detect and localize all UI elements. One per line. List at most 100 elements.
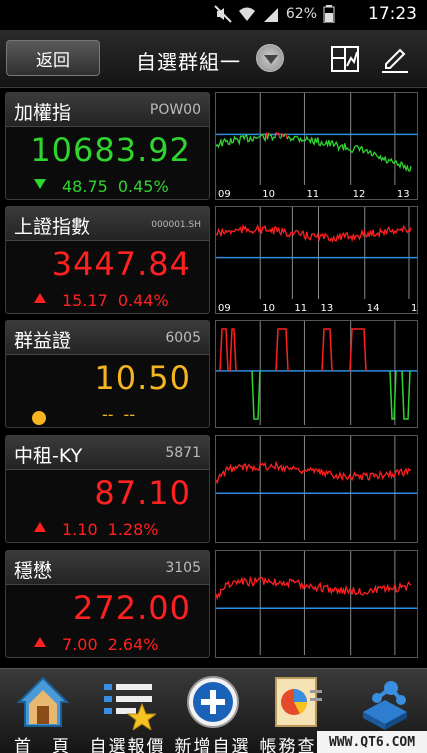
stock-change-row: 1.10 1.28% <box>62 520 158 539</box>
chart-tick-label: 10 <box>262 303 275 313</box>
battery-icon <box>323 5 341 24</box>
nav-watchlist[interactable]: 自選報價 <box>85 669 170 753</box>
stock-name-row: 穩懋 3105 <box>6 551 209 585</box>
chart-price-line <box>401 370 411 420</box>
nav-home[interactable]: 首 頁 <box>0 669 85 753</box>
chart-price-line <box>275 328 289 371</box>
stock-price: 10683.92 <box>30 131 191 169</box>
chart-tick-label: 11 <box>306 189 319 199</box>
stock-percent: 2.64% <box>107 635 159 654</box>
stock-change-row: 15.17 0.44% <box>62 291 169 310</box>
stock-change: 7.00 <box>62 635 98 654</box>
stock-row[interactable]: 上證指數 000001.SH 3447.84 15.17 0.44% 09 10 11 13 14… <box>5 206 418 314</box>
stock-row[interactable]: 中租-KY 5871 87.10 1.10 1.28% <box>5 435 418 543</box>
nav-watchlist-label: 自選報價 <box>89 737 166 753</box>
intraday-chart[interactable] <box>215 320 418 428</box>
signal-icon <box>262 5 280 23</box>
stock-percent: 0.44% <box>117 291 169 310</box>
up-arrow-icon <box>34 522 46 532</box>
nav-home-label: 首 頁 <box>14 737 71 753</box>
stock-name: 加權指 <box>14 102 72 124</box>
stock-change: -- <box>102 405 114 424</box>
chart-tick-label: 13 <box>321 303 334 313</box>
stock-change-row: -- -- <box>102 405 135 424</box>
clock: 17:23 <box>368 4 417 24</box>
stock-percent: 1.28% <box>107 520 159 539</box>
stock-name-row: 中租-KY 5871 <box>6 436 209 470</box>
layout-icon[interactable] <box>330 44 360 74</box>
header: 返回 自選群組一 <box>0 30 427 88</box>
status-icons: 62% <box>214 5 341 24</box>
intraday-chart[interactable]: 09 10 11 12 13 <box>215 92 418 200</box>
flat-dot-icon <box>32 411 46 425</box>
mute-icon <box>214 5 232 23</box>
watermark: WWW.QT6.COM <box>317 731 427 753</box>
stock-percent: 0.45% <box>117 177 169 196</box>
stock-info[interactable]: 加權指 POW00 10683.92 48.75 0.45% <box>5 92 210 200</box>
chart-price-line <box>286 135 412 173</box>
up-arrow-icon <box>34 637 46 647</box>
chart-tick-label: 11 <box>294 303 307 313</box>
group-title[interactable]: 自選群組一 <box>136 46 241 75</box>
chart-price-line <box>216 460 412 485</box>
bottom-nav: 首 頁 自選報價 新增自選 帳務查詢 WWW.QT6.COM <box>0 668 427 753</box>
chart-tick-label: 09 <box>218 303 231 313</box>
stock-code: 6005 <box>165 330 201 346</box>
wifi-icon <box>238 5 256 23</box>
stock-price: 10.50 <box>94 359 191 397</box>
stock-name: 中租-KY <box>14 445 83 467</box>
intraday-chart[interactable] <box>215 550 418 658</box>
intraday-chart[interactable] <box>215 435 418 543</box>
chart-tick-label: 12 <box>353 189 366 199</box>
chart-price-line <box>229 328 237 371</box>
stock-change-row: 48.75 0.45% <box>62 177 169 196</box>
stock-name-row: 加權指 POW00 <box>6 93 209 127</box>
stock-info[interactable]: 穩懋 3105 272.00 7.00 2.64% <box>5 550 210 658</box>
stock-change-row: 7.00 2.64% <box>62 635 158 654</box>
stock-info[interactable]: 群益證 6005 10.50 -- -- <box>5 320 210 428</box>
watchlist-icon <box>100 674 158 732</box>
up-arrow-icon <box>34 293 46 303</box>
add-icon <box>185 674 241 730</box>
chart-tick-label: 15 <box>411 303 417 313</box>
stock-name: 穩懋 <box>14 560 53 582</box>
stock-percent: -- <box>123 405 136 424</box>
stock-code: 5871 <box>165 445 201 461</box>
stock-code: 000001.SH <box>151 220 201 230</box>
chart-tick-label: 13 <box>397 189 410 199</box>
stock-change: 48.75 <box>62 177 108 196</box>
nav-add-label: 新增自選 <box>174 737 251 753</box>
chart-price-line <box>275 131 281 139</box>
stock-row[interactable]: 加權指 POW00 10683.92 48.75 0.45% 09 10 11 12 13 <box>5 92 418 200</box>
chart-price-line <box>251 370 261 420</box>
back-button[interactable]: 返回 <box>6 40 100 76</box>
stock-row[interactable]: 群益證 6005 10.50 -- -- <box>5 320 418 428</box>
stock-code: POW00 <box>149 102 201 118</box>
chart-price-line <box>219 328 229 371</box>
stock-row[interactable]: 穩懋 3105 272.00 7.00 2.64% <box>5 550 418 658</box>
battery-percent: 62% <box>285 6 317 22</box>
chart-price-line <box>349 328 367 371</box>
status-bar: 62% 17:23 <box>0 0 427 30</box>
stock-info[interactable]: 上證指數 000001.SH 3447.84 15.17 0.44% <box>5 206 210 314</box>
chart-price-line <box>216 223 412 243</box>
chart-price-line <box>216 575 412 601</box>
chart-price-line <box>269 132 277 142</box>
chart-tick-label: 14 <box>367 303 380 313</box>
stock-price: 3447.84 <box>51 245 191 283</box>
account-icon <box>270 674 326 730</box>
more-icon <box>355 674 411 730</box>
stock-price: 272.00 <box>73 589 191 627</box>
home-icon <box>15 674 71 730</box>
chevron-down-icon[interactable] <box>256 44 284 72</box>
edit-icon[interactable] <box>380 44 410 74</box>
stock-name: 群益證 <box>14 330 72 352</box>
stock-price: 87.10 <box>94 474 191 512</box>
stock-change: 1.10 <box>62 520 98 539</box>
stock-change: 15.17 <box>62 291 108 310</box>
stock-info[interactable]: 中租-KY 5871 87.10 1.10 1.28% <box>5 435 210 543</box>
intraday-chart[interactable]: 09 10 11 13 14 15 <box>215 206 418 314</box>
down-arrow-icon <box>34 179 46 189</box>
stock-name: 上證指數 <box>14 216 91 238</box>
nav-add[interactable]: 新增自選 <box>170 669 255 753</box>
